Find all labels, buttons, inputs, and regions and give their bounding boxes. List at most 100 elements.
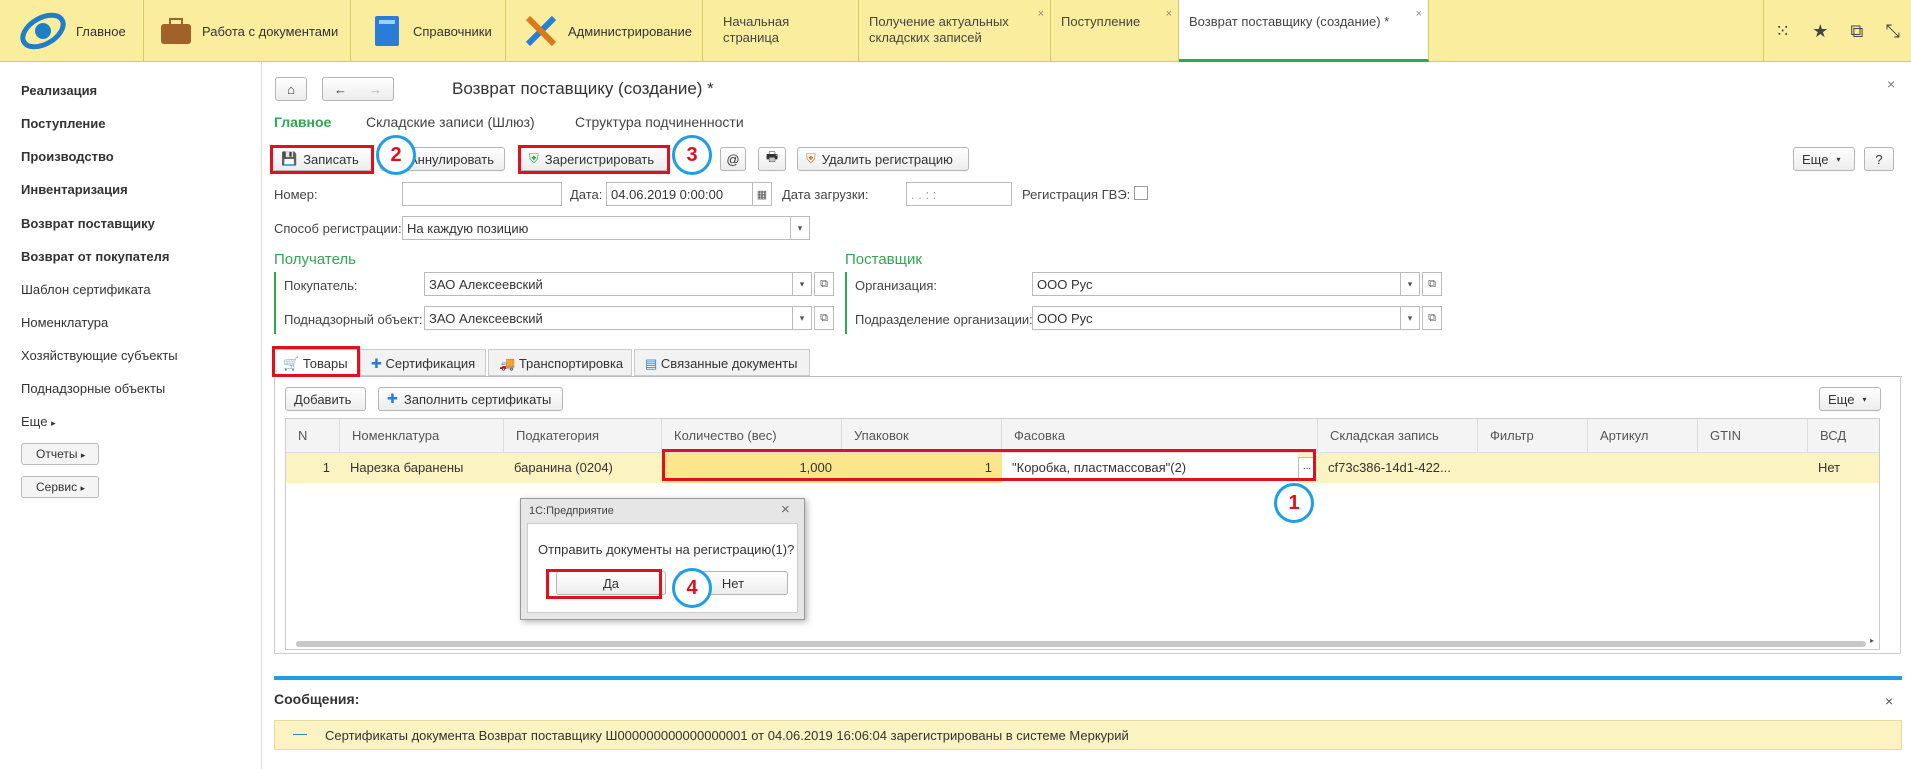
- calendar-icon[interactable]: ▦: [752, 182, 772, 206]
- buyer-input[interactable]: ЗАО Алексеевский: [424, 272, 794, 296]
- col-article[interactable]: Артикул: [1588, 419, 1698, 453]
- col-stock-record[interactable]: Складская запись: [1318, 419, 1478, 453]
- messages-divider: [274, 676, 1902, 680]
- fill-certificates-button[interactable]: ✚ Заполнить сертификаты: [378, 387, 563, 411]
- close-icon[interactable]: ×: [1166, 6, 1172, 22]
- tab-receipt-label: Поступление: [1061, 14, 1141, 29]
- close-icon[interactable]: ×: [1038, 6, 1044, 22]
- tools-icon: [525, 15, 557, 47]
- apps-grid-icon[interactable]: ⁙: [1775, 21, 1790, 42]
- message-row[interactable]: — Сертификаты документа Возврат поставщи…: [274, 720, 1902, 750]
- chevron-down-icon[interactable]: ▾: [1400, 272, 1420, 296]
- close-form-icon[interactable]: ×: [1887, 76, 1895, 92]
- section-directories[interactable]: Справочники: [351, 0, 506, 62]
- sidebar-item-entities[interactable]: Хозяйствующие субъекты: [21, 348, 178, 363]
- col-filter[interactable]: Фильтр: [1478, 419, 1588, 453]
- sidebar-item-receipt[interactable]: Поступление: [21, 116, 106, 131]
- reports-button[interactable]: Отчеты ▸: [21, 443, 99, 465]
- tab-linked-docs[interactable]: ▤ Связанные документы: [634, 349, 810, 376]
- section-main[interactable]: Главное: [0, 0, 144, 62]
- tab-return-supplier[interactable]: Возврат поставщику (создание) * ×: [1179, 0, 1429, 62]
- star-icon[interactable]: ★: [1812, 21, 1828, 42]
- sidebar-item-return-customer[interactable]: Возврат от покупателя: [21, 249, 169, 264]
- annotation-marker-1: 1: [1274, 483, 1314, 523]
- expand-icon[interactable]: ⤡: [1886, 21, 1900, 42]
- dialog-message: Отправить документы на регистрацию(1)?: [538, 542, 795, 557]
- email-button[interactable]: @: [720, 147, 746, 171]
- col-quantity[interactable]: Количество (вес): [662, 419, 842, 453]
- sidebar-item-production[interactable]: Производство: [21, 149, 114, 164]
- tab-stock-records[interactable]: Получение актуальных складских записей ×: [859, 0, 1051, 62]
- service-button[interactable]: Сервис ▸: [21, 476, 99, 498]
- number-input[interactable]: [402, 182, 562, 206]
- open-icon[interactable]: ⧉: [814, 306, 834, 330]
- tab-certification[interactable]: ✚ Сертификация: [360, 349, 486, 376]
- more-button[interactable]: Еще ▾: [1793, 147, 1855, 171]
- page-title: Возврат поставщику (создание) *: [452, 79, 714, 98]
- print-button[interactable]: 🖶: [758, 147, 786, 171]
- close-messages-icon[interactable]: ×: [1885, 693, 1893, 709]
- printer-icon: 🖶: [765, 149, 779, 164]
- open-icon[interactable]: ⧉: [1422, 272, 1442, 296]
- add-button[interactable]: Добавить: [285, 387, 366, 411]
- col-subcategory[interactable]: Подкатегория: [504, 419, 662, 453]
- chevron-down-icon[interactable]: ▾: [790, 216, 810, 240]
- method-select[interactable]: На каждую позицию: [402, 216, 792, 240]
- col-gtin[interactable]: GTIN: [1698, 419, 1808, 453]
- cell-article: [1588, 453, 1698, 483]
- col-vsd[interactable]: ВСД: [1808, 419, 1879, 453]
- sidebar-item-objects[interactable]: Поднадзорные объекты: [21, 381, 165, 396]
- method-label: Способ регистрации:: [274, 221, 402, 236]
- object-label: Поднадзорный объект:: [284, 312, 423, 327]
- add-label: Добавить: [294, 391, 352, 407]
- dialog-title: 1С:Предприятие: [529, 505, 614, 517]
- fill-label: Заполнить сертификаты: [403, 391, 552, 407]
- forward-arrow-icon[interactable]: →: [369, 82, 382, 97]
- unregister-button[interactable]: ⛨ Удалить регистрацию: [797, 147, 969, 171]
- col-packages[interactable]: Упаковок: [842, 419, 1002, 453]
- home-button[interactable]: ⌂: [275, 77, 307, 101]
- chevron-down-icon[interactable]: ▾: [792, 272, 812, 296]
- sidebar-item-sales[interactable]: Реализация: [21, 83, 97, 98]
- sidebar-item-inventory[interactable]: Инвентаризация: [21, 182, 128, 197]
- chevron-down-icon[interactable]: ▾: [792, 306, 812, 330]
- division-input[interactable]: ООО Рус: [1032, 306, 1402, 330]
- dialog-body: Отправить документы на регистрацию(1)? Д…: [527, 523, 798, 613]
- chevron-down-icon[interactable]: ▾: [1400, 306, 1420, 330]
- nav-stock-records[interactable]: Складские записи (Шлюз): [366, 114, 535, 130]
- tab-receipt[interactable]: Поступление ×: [1051, 0, 1179, 62]
- gve-checkbox[interactable]: [1134, 186, 1148, 200]
- back-arrow-icon[interactable]: ←: [334, 82, 347, 97]
- open-icon[interactable]: ⧉: [814, 272, 834, 296]
- close-icon[interactable]: ×: [1416, 6, 1422, 22]
- date-input[interactable]: 04.06.2019 0:00:00: [606, 182, 754, 206]
- sidebar-item-more[interactable]: Еще ▸: [21, 414, 56, 429]
- cell-filter: [1478, 453, 1588, 483]
- sidebar-item-cert-template[interactable]: Шаблон сертификата: [21, 282, 151, 297]
- history-icon[interactable]: ⧉: [1851, 21, 1864, 42]
- horizontal-scrollbar[interactable]: [296, 641, 1866, 647]
- sidebar-item-return-supplier[interactable]: Возврат поставщику: [21, 216, 155, 231]
- object-input[interactable]: ЗАО Алексеевский: [424, 306, 794, 330]
- tab-transport[interactable]: 🚚 Транспортировка: [488, 349, 632, 376]
- col-nomenclature[interactable]: Номенклатура: [340, 419, 504, 453]
- open-icon[interactable]: ⧉: [1422, 306, 1442, 330]
- nav-main[interactable]: Главное: [274, 114, 331, 130]
- close-icon[interactable]: ×: [781, 501, 790, 518]
- tab-home[interactable]: Начальная страница: [713, 0, 859, 62]
- number-label: Номер:: [274, 187, 318, 202]
- section-admin[interactable]: Администрирование: [506, 0, 703, 62]
- org-input[interactable]: ООО Рус: [1032, 272, 1402, 296]
- col-packing[interactable]: Фасовка: [1002, 419, 1318, 453]
- home-icon: ⌂: [287, 81, 295, 97]
- nav-structure[interactable]: Структура подчиненности: [575, 114, 744, 130]
- col-n[interactable]: N: [286, 419, 340, 453]
- help-button[interactable]: ?: [1864, 147, 1894, 171]
- sidebar-item-nomenclature[interactable]: Номенклатура: [21, 315, 108, 330]
- scroll-right-icon[interactable]: ▸: [1870, 636, 1874, 645]
- cell-nomenclature: Нарезка баранены: [350, 460, 464, 475]
- section-documents[interactable]: Работа с документами: [144, 0, 351, 62]
- load-date-input[interactable]: . . : :: [906, 182, 1012, 206]
- sidebar-more-label: Еще: [21, 414, 48, 429]
- table-more-button[interactable]: Еще ▾: [1819, 387, 1881, 411]
